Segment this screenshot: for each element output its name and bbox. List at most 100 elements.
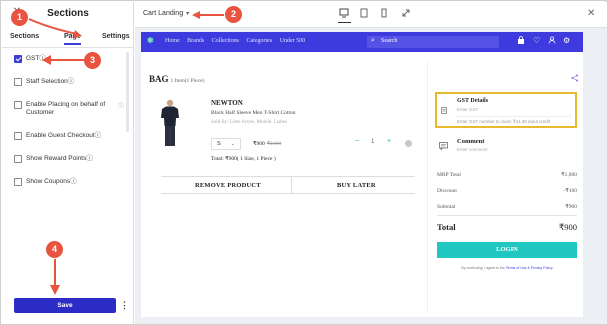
- gear-icon[interactable]: ⚙: [563, 36, 570, 45]
- store-logo-icon[interactable]: ✱: [147, 36, 154, 45]
- gst-details-card[interactable]: GST Details Enter GST Enter GST number t…: [435, 92, 577, 128]
- increase-quantity-button[interactable]: +: [387, 138, 391, 145]
- summary-value: ₹1,000: [561, 172, 577, 178]
- gst-note: Enter GST number to claim ₹41.30 input c…: [457, 116, 571, 125]
- place-on-behalf-checkbox[interactable]: [14, 101, 22, 109]
- info-icon: ⓘ: [70, 178, 77, 185]
- gst-input[interactable]: Enter GST: [457, 107, 478, 112]
- action-divider: [291, 177, 292, 194]
- gst-title: GST Details: [457, 98, 489, 104]
- fullscreen-icon[interactable]: [401, 8, 411, 20]
- search-placeholder: Search: [381, 38, 398, 44]
- store-nav: Home Brands Collections Categories Under…: [165, 38, 311, 44]
- option-label: Staff Selectionⓘ: [26, 78, 75, 85]
- info-icon: ⓘ: [86, 155, 93, 162]
- product-image[interactable]: [159, 98, 181, 148]
- option-guest-checkout[interactable]: Enable Guest Checkoutⓘ: [2, 129, 134, 143]
- close-editor-icon[interactable]: ✕: [587, 8, 595, 19]
- column-divider: [427, 62, 428, 312]
- store-preview: ✱ Home Brands Collections Categories Und…: [141, 32, 583, 317]
- product-name[interactable]: Black Half Sleeve Men T-Shirt Cotton: [211, 110, 295, 116]
- option-label: Show Couponsⓘ: [26, 178, 77, 185]
- page-selector-label: Cart Landing: [143, 10, 184, 17]
- more-options-icon[interactable]: ⋮: [120, 298, 129, 313]
- page-options-list: GSTⓘ Staff Selectionⓘ Enable Placing on …: [2, 52, 134, 198]
- preview-canvas: ✱ Home Brands Collections Categories Und…: [135, 28, 607, 324]
- callout-arrow-4: [50, 259, 60, 295]
- store-search-input[interactable]: ⌕ Search: [367, 36, 499, 48]
- nav-brands[interactable]: Brands: [187, 38, 204, 44]
- terms-link[interactable]: Terms of Use & Privacy Policy: [506, 266, 553, 270]
- mobile-view-icon[interactable]: [379, 8, 389, 20]
- callout-badge-4: 4: [46, 241, 63, 258]
- gst-checkbox[interactable]: [14, 55, 22, 63]
- guest-checkout-checkbox[interactable]: [14, 132, 22, 140]
- size-value: S: [217, 141, 221, 147]
- size-dropdown[interactable]: S ⌄: [211, 138, 241, 150]
- document-icon: [441, 107, 447, 116]
- info-icon: ⓘ: [67, 78, 75, 85]
- tab-settings[interactable]: Settings: [102, 33, 130, 40]
- info-icon: ⓘ: [117, 104, 124, 110]
- summary-subtotal-row: Subtotal ₹900: [437, 204, 577, 214]
- summary-label: MRP Total: [437, 172, 461, 178]
- product-actions: REMOVE PRODUCT BUY LATER: [161, 176, 415, 194]
- buy-later-button[interactable]: BUY LATER: [337, 182, 376, 189]
- login-button[interactable]: LOGIN: [437, 242, 577, 258]
- nav-categories[interactable]: Categories: [247, 38, 273, 44]
- delete-icon[interactable]: [405, 140, 412, 147]
- show-coupons-checkbox[interactable]: [14, 178, 22, 186]
- app-window: ✕ Sections Sections Page Settings GSTⓘ S…: [0, 0, 607, 325]
- remove-product-button[interactable]: REMOVE PRODUCT: [195, 182, 261, 189]
- nav-home[interactable]: Home: [165, 38, 180, 44]
- summary-total-row: Total ₹900: [437, 222, 577, 232]
- summary-divider: [437, 215, 577, 216]
- callout-arrow-3: [42, 55, 84, 65]
- nav-under-500[interactable]: Under 500: [280, 38, 306, 44]
- page-selector[interactable]: Cart Landing ▾: [143, 10, 189, 17]
- callout-badge-2: 2: [225, 6, 242, 23]
- decrease-quantity-button[interactable]: −: [355, 138, 359, 145]
- active-view-indicator: [338, 22, 351, 23]
- option-show-coupons[interactable]: Show Couponsⓘ: [2, 175, 134, 189]
- callout-badge-1: 1: [11, 9, 28, 26]
- bag-icon[interactable]: [517, 36, 525, 47]
- terms-text: By continuing, I agree to the Terms of U…: [461, 266, 553, 270]
- summary-label: Total: [437, 222, 456, 232]
- callout-arrow-2: [192, 11, 224, 19]
- summary-mrp-row: MRP Total ₹1,000: [437, 172, 577, 182]
- bag-item-count: 1 Item(1 Piece): [170, 78, 205, 84]
- option-reward-points[interactable]: Show Reward Pointsⓘ: [2, 152, 134, 166]
- product-price: ₹900 ₹1000: [253, 141, 282, 147]
- comment-input[interactable]: Enter comment: [457, 147, 488, 152]
- summary-label: Subtotal: [437, 204, 456, 210]
- comment-title: Comment: [457, 138, 485, 145]
- option-place-on-behalf[interactable]: Enable Placing on behalf of Customer ⓘ: [2, 98, 134, 120]
- product-brand: NEWTON: [211, 99, 243, 107]
- option-label: Show Reward Pointsⓘ: [26, 155, 93, 162]
- quantity-value: 1: [371, 139, 375, 145]
- desktop-view-icon[interactable]: [339, 8, 349, 20]
- product-mrp: ₹1000: [266, 141, 282, 147]
- store-header: ✱ Home Brands Collections Categories Und…: [141, 32, 583, 52]
- save-button[interactable]: Save: [14, 298, 116, 313]
- summary-value: ₹900: [565, 204, 577, 210]
- user-icon[interactable]: [548, 36, 556, 46]
- reward-points-checkbox[interactable]: [14, 155, 22, 163]
- callout-arrow-1: [28, 18, 82, 38]
- nav-collections[interactable]: Collections: [212, 38, 239, 44]
- comment-icon: [439, 142, 448, 152]
- option-staff-selection[interactable]: Staff Selectionⓘ: [2, 75, 134, 89]
- summary-value: ₹900: [558, 222, 577, 232]
- option-label: Enable Guest Checkoutⓘ: [26, 132, 102, 139]
- callout-badge-3: 3: [84, 52, 101, 69]
- tablet-view-icon[interactable]: [359, 8, 369, 20]
- chevron-down-icon: ⌄: [230, 141, 235, 147]
- settings-sidebar: ✕ Sections Sections Page Settings GSTⓘ S…: [2, 2, 134, 324]
- search-icon: ⌕: [371, 37, 375, 44]
- quantity-stepper: − 1 +: [355, 138, 397, 150]
- share-icon[interactable]: [571, 74, 579, 84]
- bag-heading: BAG 1 Item(1 Piece): [149, 74, 205, 84]
- wishlist-icon[interactable]: ♡: [533, 36, 540, 45]
- staff-selection-checkbox[interactable]: [14, 78, 22, 86]
